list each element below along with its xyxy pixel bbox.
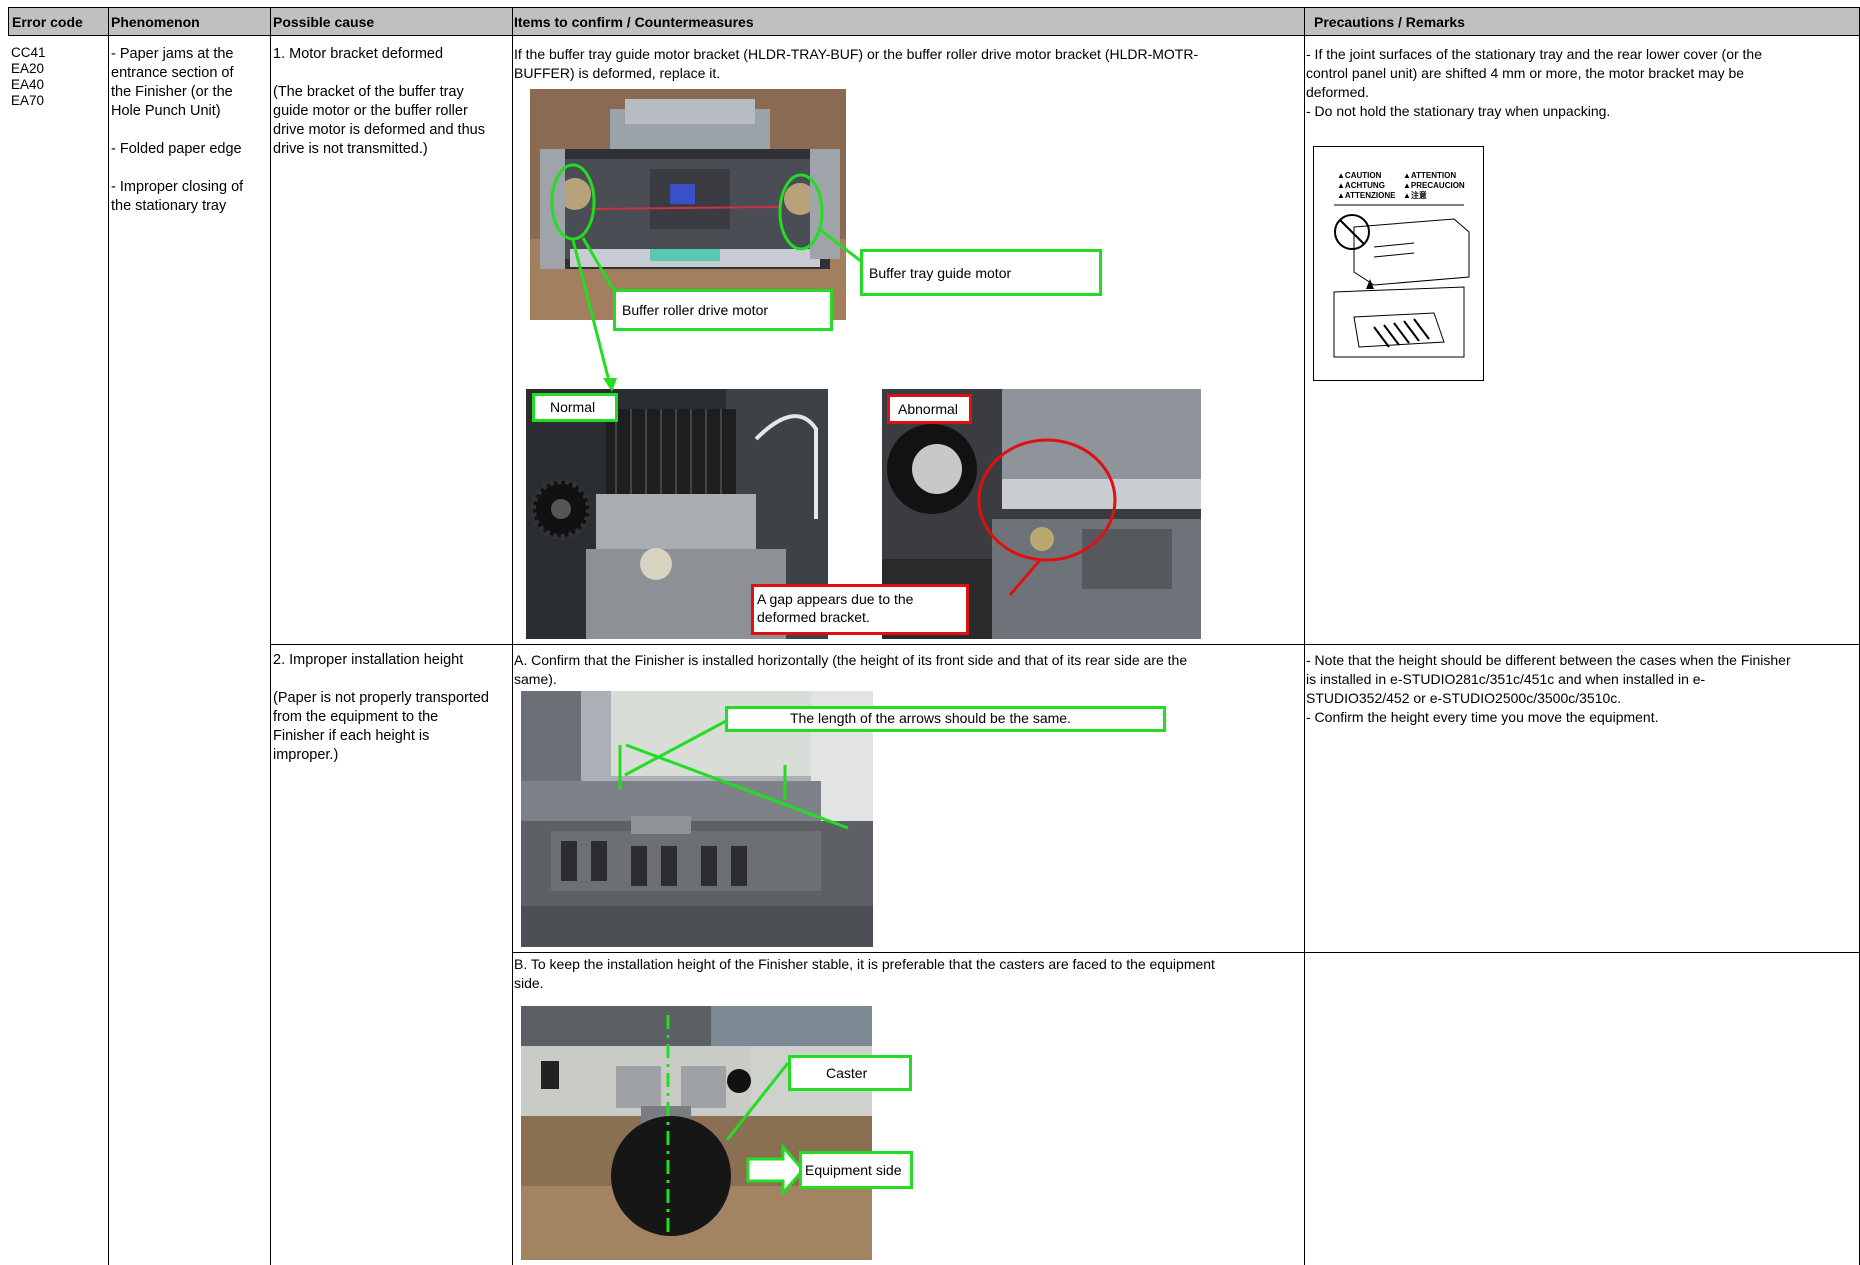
remark-2-text: - Note that the height should be differe…: [1306, 652, 1791, 725]
callout-equipment-side: Equipment side: [799, 1151, 913, 1189]
callout-gap-deformed-bracket: A gap appears due to the deformed bracke…: [751, 584, 969, 635]
callout-arrows-length: The length of the arrows should be the s…: [725, 706, 1166, 732]
callout-buffer-tray-guide-motor: Buffer tray guide motor: [860, 249, 1102, 296]
callout-abnormal: Abnormal: [887, 394, 972, 424]
grid-line: [512, 7, 513, 1265]
countermeasure-2a-text: A. Confirm that the Finisher is installe…: [514, 652, 1188, 687]
row-divider: [270, 644, 1860, 645]
caster-photo: [521, 1006, 872, 1260]
header-error-code: Error code: [12, 14, 83, 30]
grid-line: [270, 7, 271, 1265]
row-divider: [512, 952, 1860, 953]
phenomenon-text: - Paper jams at the entrance section of …: [111, 46, 244, 214]
grid-line: [108, 7, 109, 1265]
remark-1-text: - If the joint surfaces of the stationar…: [1306, 46, 1762, 119]
cause-2-text: 2. Improper installation height (Paper i…: [273, 652, 489, 763]
header-possible-cause: Possible cause: [273, 14, 375, 30]
callout-normal: Normal: [532, 393, 618, 422]
callout-caster: Caster: [788, 1055, 912, 1091]
header-precautions: Precautions / Remarks: [1314, 14, 1465, 30]
cause-1-text: 1. Motor bracket deformed (The bracket o…: [273, 46, 485, 157]
header-phenomenon: Phenomenon: [111, 14, 200, 30]
caution-label-drawing: ▲CAUTION ▲ATTENTION ▲ACHTUNG ▲PRECAUCION…: [1313, 146, 1484, 381]
grid-line: [1304, 7, 1305, 1265]
grid-line: [8, 7, 9, 36]
error-codes: CC41 EA20 EA40 EA70: [11, 45, 46, 108]
countermeasure-2b-text: B. To keep the installation height of th…: [514, 956, 1215, 991]
callout-buffer-roller-drive-motor: Buffer roller drive motor: [613, 289, 833, 331]
header-row: Error code Phenomenon Possible cause Ite…: [8, 7, 1860, 36]
header-items: Items to confirm / Countermeasures: [514, 14, 754, 30]
finisher-motors-photo: [530, 89, 846, 320]
countermeasure-1-text: If the buffer tray guide motor bracket (…: [514, 46, 1199, 81]
